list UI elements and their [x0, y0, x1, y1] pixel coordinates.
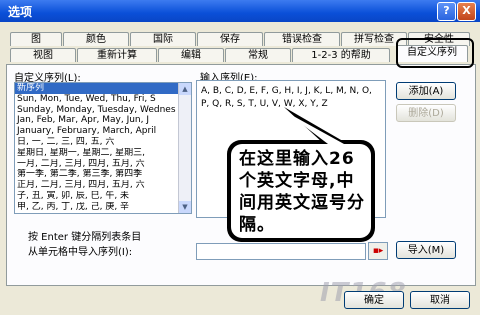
add-button[interactable]: 添加(A) [396, 82, 456, 100]
cancel-button[interactable]: 取消 [410, 291, 470, 309]
annotation-callout: 在这里输入26个英文字母,中间用英文逗号分隔。 [231, 144, 371, 238]
ok-button[interactable]: 确定 [344, 291, 404, 309]
list-item[interactable]: 一月, 二月, 三月, 四月, 五月, 六 [15, 159, 191, 170]
tab-lotus-help[interactable]: 1-2-3 的帮助 [292, 48, 390, 62]
callout-tail [284, 107, 348, 144]
tab-edit[interactable]: 编辑 [158, 48, 224, 62]
tab-view[interactable]: 视图 [10, 48, 76, 62]
tab-general[interactable]: 常规 [225, 48, 291, 62]
import-label: 从单元格中导入序列(I): [28, 247, 133, 258]
list-item[interactable]: 第一季, 第二季, 第三季, 第四季 [15, 169, 191, 180]
scroll-down-icon[interactable]: ▼ [179, 201, 191, 213]
callout-text: 在这里输入26个英文字母,中间用英文逗号分隔。 [239, 149, 365, 235]
list-item[interactable]: 日, 一, 二, 三, 四, 五, 六 [15, 137, 191, 148]
import-range-field[interactable] [196, 243, 366, 260]
list-item[interactable]: January, February, March, April [15, 126, 191, 137]
close-button[interactable]: X [457, 2, 476, 21]
delete-button[interactable]: 删除(D) [396, 104, 456, 122]
tab-calculation[interactable]: 重新计算 [77, 48, 157, 62]
scroll-up-icon[interactable]: ▲ [179, 83, 191, 95]
tab-chart[interactable]: 图 [10, 32, 62, 46]
list-item[interactable]: 子, 丑, 寅, 卯, 辰, 巳, 午, 未 [15, 191, 191, 202]
list-item[interactable]: Jan, Feb, Mar, Apr, May, Jun, J [15, 115, 191, 126]
list-item[interactable]: 星期日, 星期一, 星期二, 星期三, [15, 148, 191, 159]
list-item[interactable]: 正月, 二月, 三月, 四月, 五月, 六 [15, 180, 191, 191]
hint-text: 按 Enter 键分隔列表条目 [28, 232, 142, 243]
import-button[interactable]: 导入(M) [396, 241, 456, 259]
tab-international[interactable]: 国际 [130, 32, 196, 46]
tab-save[interactable]: 保存 [197, 32, 263, 46]
list-item[interactable]: Sunday, Monday, Tuesday, Wednes [15, 105, 191, 116]
list-scrollbar[interactable]: ▲ ▼ [178, 83, 191, 213]
list-item[interactable]: 甲, 乙, 丙, 丁, 戊, 己, 庚, 辛 [15, 202, 191, 213]
range-select-icon[interactable]: ▪▸ [368, 242, 388, 260]
list-item[interactable]: Sun, Mon, Tue, Wed, Thu, Fri, S [15, 94, 191, 105]
tab-color[interactable]: 颜色 [63, 32, 129, 46]
active-tab-highlight [396, 38, 474, 68]
custom-lists-listbox[interactable]: 新序列 Sun, Mon, Tue, Wed, Thu, Fri, S Sund… [14, 82, 192, 214]
tab-error-checking[interactable]: 错误检查 [264, 32, 340, 46]
list-item[interactable]: 新序列 [15, 83, 191, 94]
title-bar: 选项 ? X [0, 0, 480, 22]
window-title: 选项 [8, 5, 33, 19]
help-button[interactable]: ? [437, 2, 456, 21]
